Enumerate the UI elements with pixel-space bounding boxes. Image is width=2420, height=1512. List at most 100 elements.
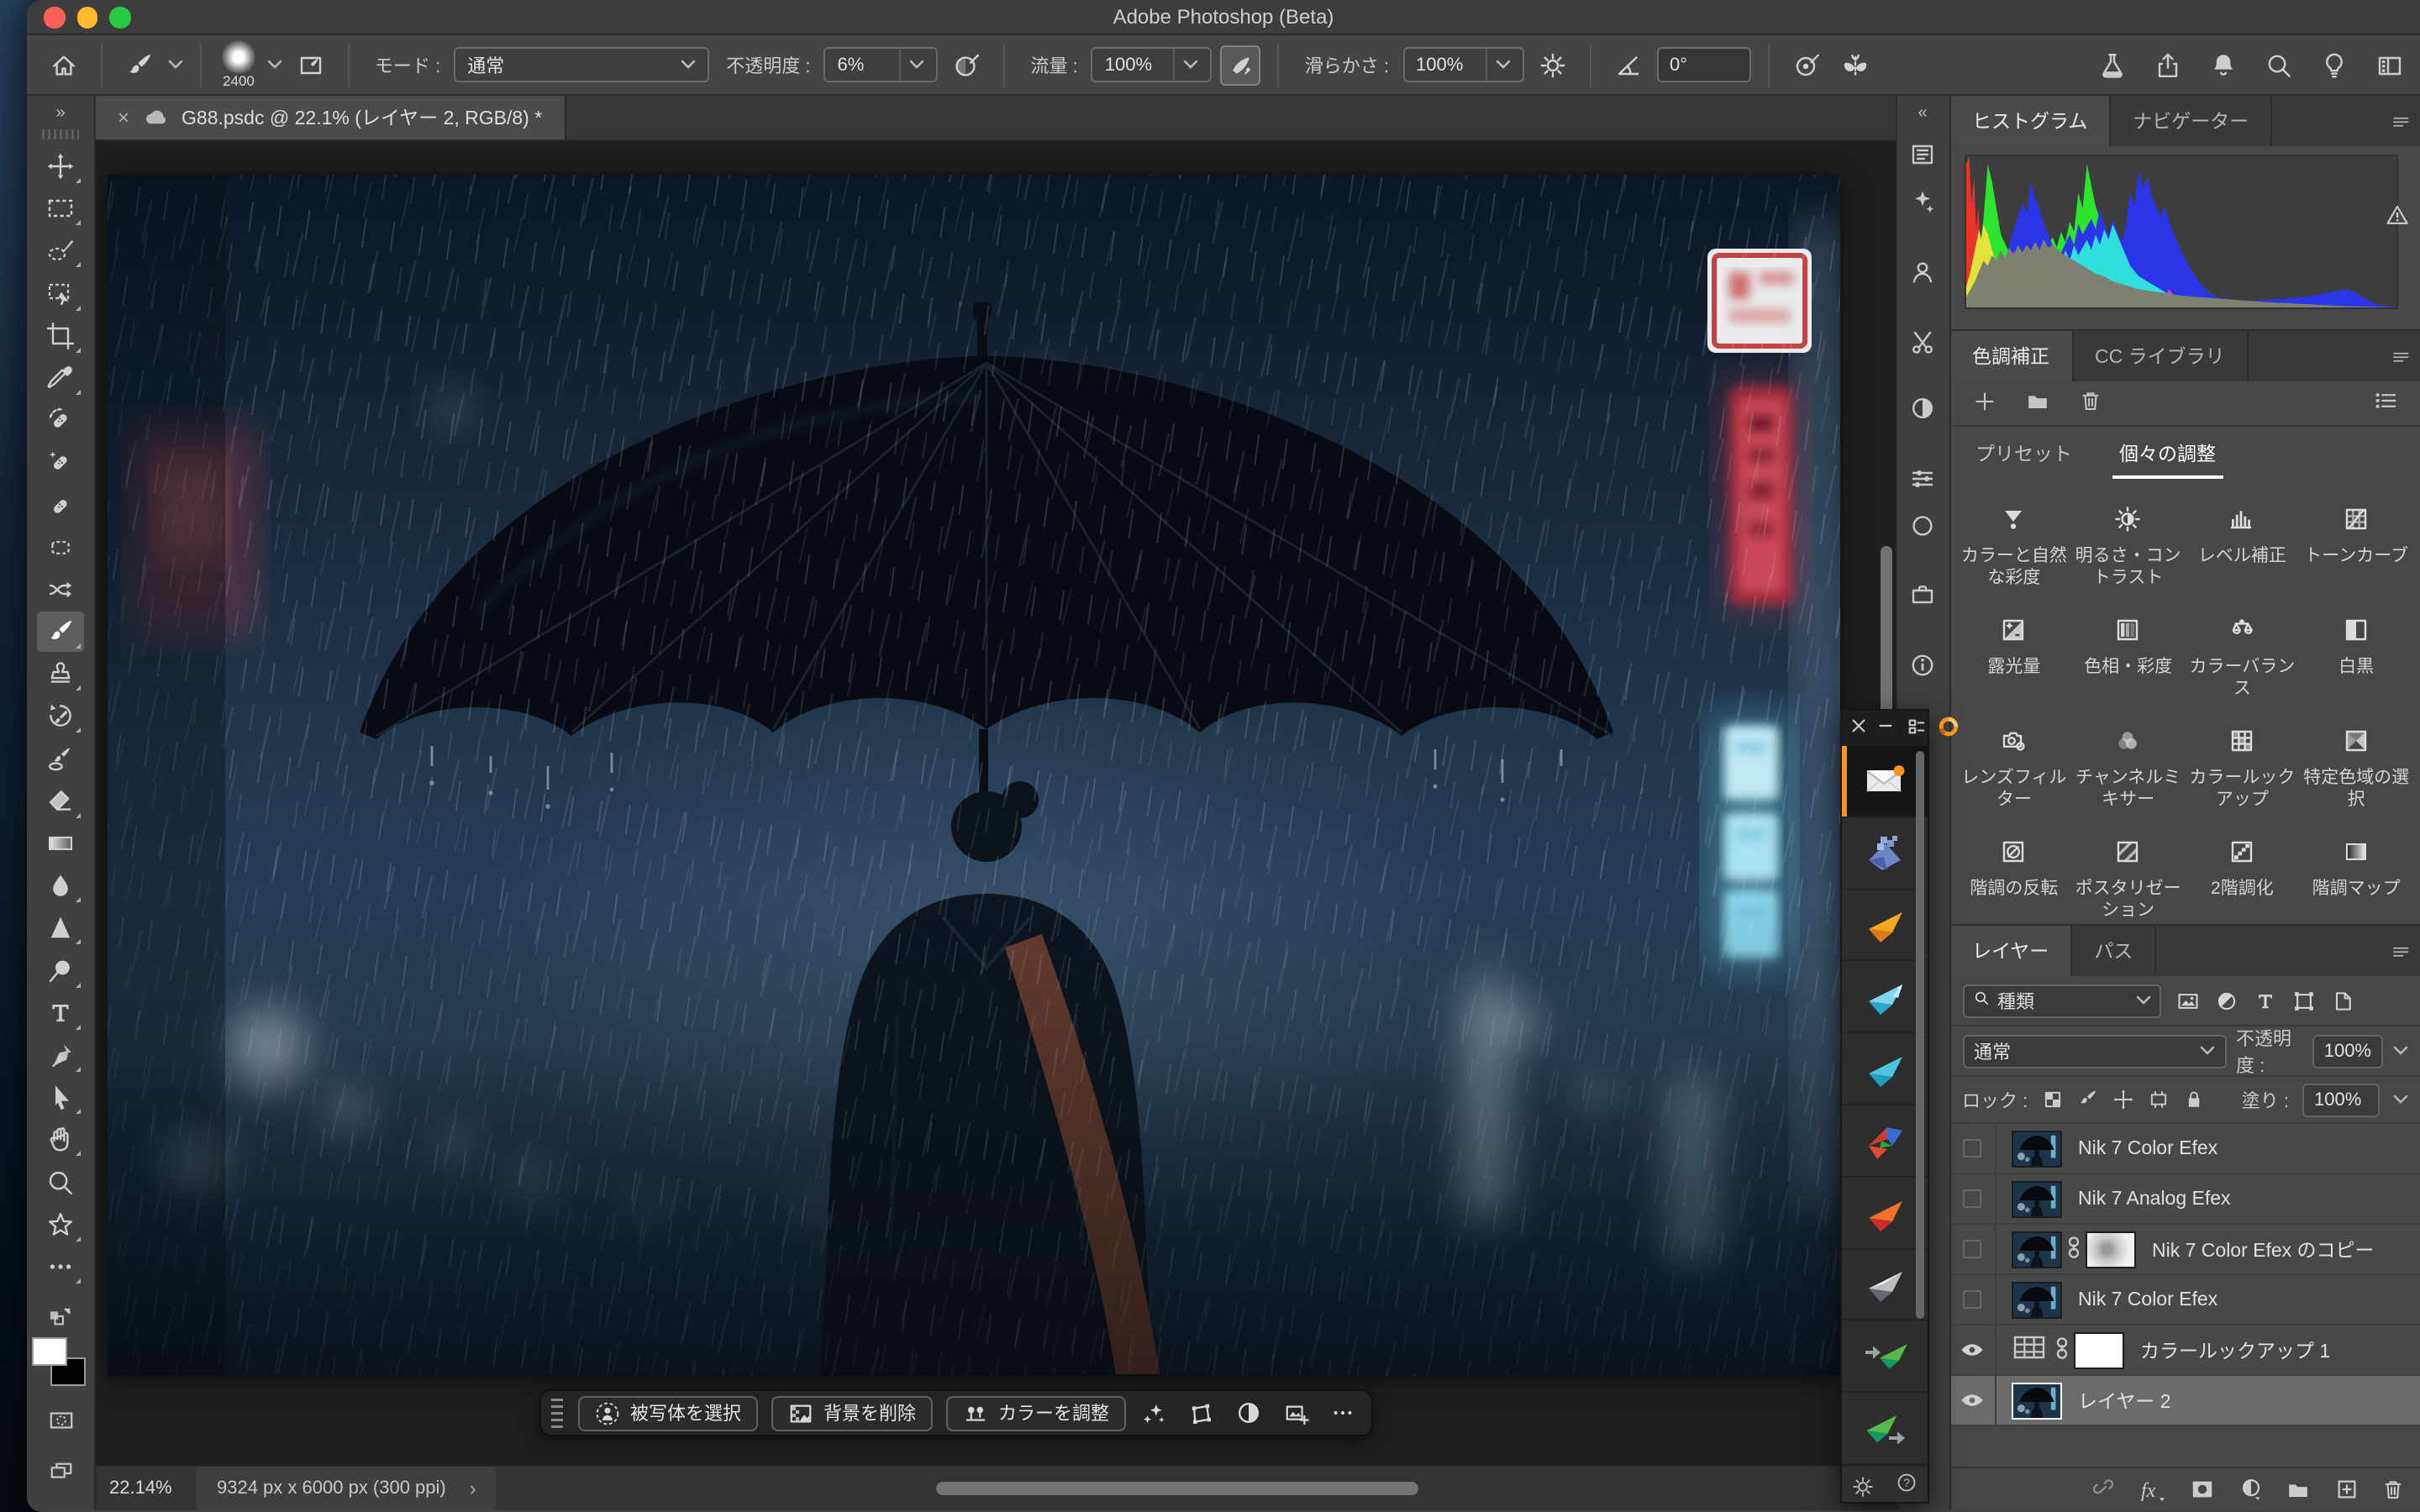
nik-plugin-4-flag-jag-icon[interactable] — [1842, 962, 1928, 1034]
layer-name[interactable]: Nik 7 Color Efex のコピー — [2152, 1236, 2375, 1263]
adjustment-hue-sat[interactable]: 色相・彩度 — [2071, 612, 2186, 701]
mask-link-icon[interactable] — [2066, 1234, 2080, 1264]
tool-brush[interactable] — [37, 612, 84, 652]
tool-type[interactable] — [37, 993, 84, 1033]
tool-heal[interactable] — [37, 485, 84, 525]
tool-hand[interactable] — [37, 1120, 84, 1160]
lock-lock-icon[interactable] — [2182, 1089, 2204, 1110]
adjustment-vibrance[interactable]: カラーと自然な彩度 — [1957, 501, 2071, 590]
chevron-down-icon[interactable] — [267, 55, 282, 75]
chevron-down-icon[interactable] — [168, 55, 183, 75]
new-layer-icon[interactable] — [2333, 1477, 2359, 1502]
beta-flask-icon[interactable] — [2099, 52, 2126, 79]
tab-histogram[interactable]: ヒストグラム — [1950, 96, 2111, 146]
adjustment-gradient-map[interactable]: 階調マップ — [2299, 833, 2413, 922]
taskbar-adjustcolor-button[interactable]: カラーを調整 — [946, 1395, 1126, 1431]
layer-row[interactable]: カラールックアップ 1 — [1950, 1326, 2420, 1376]
tool-star[interactable] — [37, 1204, 84, 1244]
airbrush-icon[interactable] — [1221, 45, 1261, 85]
adjustment-levels[interactable]: レベル補正 — [2186, 501, 2300, 590]
delete-layer-icon[interactable] — [2381, 1477, 2405, 1502]
trash-icon[interactable] — [2078, 388, 2102, 418]
tool-eraser[interactable] — [37, 781, 84, 822]
quick-mask-icon[interactable] — [48, 1408, 73, 1438]
layer-blend-mode-select[interactable]: 通常 — [1962, 1034, 2226, 1068]
canvas-area[interactable]: 被写体を選択背景を削除カラーを調整 — [96, 141, 1895, 1465]
dock-portrait-icon[interactable] — [1902, 252, 1943, 292]
taskbar-removebg-button[interactable]: 背景を削除 — [771, 1395, 933, 1431]
layer-mask-thumbnail[interactable] — [2085, 1231, 2135, 1268]
minimize-window-button[interactable] — [76, 7, 97, 28]
brush-tip-preview[interactable]: 2400 — [222, 40, 255, 89]
tool-ca-move[interactable] — [37, 570, 84, 610]
tool-more-tools[interactable] — [37, 1247, 84, 1287]
add-adjustment-icon[interactable] — [1972, 389, 1996, 417]
adjustment-channel-mixer[interactable]: チャンネルミキサー — [2071, 722, 2186, 811]
document-size-info[interactable]: 9324 px x 6000 px (300 ppi) › — [197, 1467, 497, 1510]
swap-colors-mini[interactable] — [48, 1307, 73, 1331]
list-view-icon[interactable] — [2373, 388, 2398, 418]
layer-name[interactable]: Nik 7 Color Efex — [2078, 1138, 2217, 1158]
taskbar-transform-ic[interactable] — [1188, 1400, 1213, 1425]
eye-icon[interactable] — [1950, 1376, 1996, 1425]
tab-adjustments[interactable]: 色調補正 — [1950, 331, 2073, 381]
layer-name[interactable]: Nik 7 Color Efex — [2078, 1289, 2217, 1310]
nik-scrollbar[interactable] — [1916, 751, 1923, 1319]
layer-thumbnail[interactable] — [2011, 1382, 2061, 1419]
smoothing-select[interactable]: 100% — [1402, 47, 1523, 82]
lock-move-icon[interactable] — [2112, 1089, 2133, 1110]
layer-name[interactable]: カラールックアップ 1 — [2140, 1336, 2330, 1363]
folder-icon[interactable] — [2024, 389, 2049, 417]
close-icon[interactable] — [1850, 717, 1867, 739]
tool-eyedropper[interactable] — [37, 358, 84, 398]
layout-icon[interactable] — [1907, 717, 1926, 740]
tool-blur[interactable] — [37, 865, 84, 906]
tool-history-brush[interactable] — [37, 696, 84, 737]
chevron-down-icon[interactable] — [2393, 1089, 2408, 1110]
nik-plugin-1-mail-icon[interactable] — [1842, 746, 1928, 818]
blend-mode-select[interactable]: 通常 — [454, 47, 709, 82]
tool-mixer-brush[interactable] — [37, 738, 84, 779]
tool-stamp[interactable] — [37, 654, 84, 695]
tool-path-select[interactable] — [37, 1077, 84, 1117]
layer-name[interactable]: レイヤー 2 — [2078, 1387, 2171, 1414]
layer-name[interactable]: Nik 7 Analog Efex — [2078, 1189, 2231, 1209]
tool-spot-heal[interactable] — [37, 443, 84, 483]
lock-brush-icon[interactable] — [2076, 1089, 2098, 1110]
layer-row[interactable]: レイヤー 2 — [1950, 1376, 2420, 1426]
adjustment-brightness[interactable]: 明るさ・コントラスト — [2071, 501, 2186, 590]
new-group-icon[interactable] — [2286, 1478, 2311, 1501]
document-image[interactable] — [107, 175, 1839, 1376]
screen-mode-icon[interactable] — [48, 1458, 73, 1488]
link-layers-icon[interactable] — [2091, 1477, 2116, 1502]
taskbar-drag-handle[interactable] — [551, 1398, 563, 1428]
adjustment-color-lookup[interactable]: カラールックアップ — [2186, 722, 2300, 811]
nik-plugin-3-flag-icon[interactable] — [1842, 890, 1928, 962]
taskbar-more-dots[interactable] — [1331, 1401, 1355, 1425]
workspace-switcher-icon[interactable] — [2376, 52, 2403, 79]
layer-row[interactable]: Nik 7 Analog Efex — [1950, 1174, 2420, 1225]
search-icon[interactable] — [2265, 52, 2292, 79]
taskbar-subject-button[interactable]: 被写体を選択 — [578, 1395, 758, 1431]
lock-artboard-icon[interactable] — [2147, 1089, 2169, 1110]
panel-menu-icon[interactable] — [2391, 113, 2412, 138]
layer-filter-select[interactable]: 種類 — [1962, 984, 2160, 1017]
layer-row[interactable]: Nik 7 Color Efex のコピー — [1950, 1225, 2420, 1275]
tool-preset-icon[interactable] — [119, 45, 160, 85]
gear-icon[interactable] — [1532, 45, 1572, 85]
f-frame-filter-icon[interactable] — [2291, 989, 2315, 1012]
settings-gear-icon[interactable] — [1852, 1473, 1874, 1495]
tab-paths[interactable]: パス — [2072, 926, 2156, 976]
toolbar-expand[interactable]: » — [27, 96, 94, 129]
add-mask-icon[interactable] — [2190, 1477, 2215, 1502]
tool-gradient[interactable] — [37, 823, 84, 864]
tool-remove-tool[interactable] — [37, 400, 84, 440]
eye-icon[interactable] — [1950, 1326, 1996, 1374]
layer-thumbnail[interactable] — [2011, 1231, 2061, 1268]
visibility-checkbox[interactable] — [1950, 1124, 1996, 1173]
visibility-checkbox[interactable] — [1950, 1174, 1996, 1223]
notifications-bell-icon[interactable] — [2210, 52, 2237, 79]
adjustment-curves[interactable]: トーンカーブ — [2299, 501, 2413, 590]
pressure-opacity-icon[interactable] — [947, 45, 987, 85]
layer-mask-thumbnail[interactable] — [2073, 1331, 2123, 1368]
